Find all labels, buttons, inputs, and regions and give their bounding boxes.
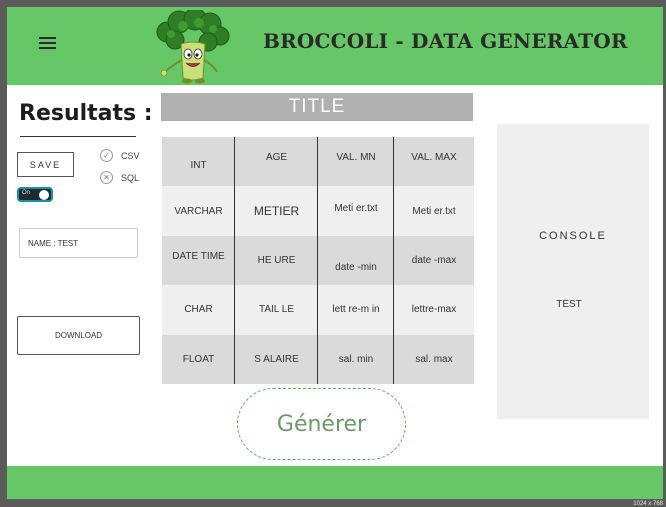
console-title: CONSOLE [539, 230, 607, 242]
format-option-csv[interactable]: ✓ CSV [100, 149, 140, 162]
table-cell[interactable]: date -min [318, 235, 394, 286]
table-title: TITLE [161, 93, 473, 121]
table-cell[interactable]: date -max [394, 235, 474, 286]
header-bar: BROCCOLI - DATA GENERATOR [7, 7, 663, 85]
column-divider [393, 137, 394, 384]
column-divider [234, 137, 235, 384]
table-cell[interactable]: METIER [235, 186, 318, 236]
table-cell[interactable]: Meti er.txt [394, 186, 474, 236]
hamburger-menu-icon[interactable] [39, 37, 56, 49]
check-circle-icon: ✓ [100, 149, 113, 162]
toggle-label: On [22, 190, 31, 196]
toggle-knob [39, 190, 49, 200]
screen-size-label: 1024 x 768 [633, 501, 663, 507]
column-divider [317, 137, 318, 384]
table-cell[interactable]: VARCHAR [162, 186, 235, 236]
table-cell[interactable]: sal. max [394, 334, 474, 384]
console-panel: CONSOLE TEST [497, 124, 649, 419]
app-window: BROCCOLI - DATA GENERATOR Resultats : SA… [7, 7, 663, 499]
app-title: BROCCOLI - DATA GENERATOR [263, 29, 628, 53]
table-cell[interactable]: FLOAT [162, 334, 235, 384]
table-cell[interactable]: AGE [235, 137, 318, 187]
x-circle-icon: ✕ [100, 171, 113, 184]
table-cell[interactable]: DATE TIME [162, 235, 235, 286]
table-cell[interactable]: INT [162, 137, 235, 187]
console-output: TEST [556, 299, 582, 310]
column-config-table: INT AGE VAL. MN VAL. MAX VARCHAR METIER … [162, 137, 474, 384]
table-cell[interactable]: lettre-max [394, 285, 474, 335]
heading-underline [20, 136, 136, 137]
table-cell[interactable]: lett re-m in [318, 285, 394, 335]
on-off-toggle[interactable]: On [17, 187, 53, 202]
table-cell[interactable]: S ALAIRE [235, 334, 318, 384]
format-label-sql: SQL [121, 172, 140, 183]
name-input[interactable] [19, 228, 138, 258]
table-cell[interactable]: VAL. MN [318, 137, 394, 187]
table-cell[interactable]: sal. min [318, 334, 394, 384]
table-cell[interactable]: VAL. MAX [394, 137, 474, 187]
generate-button[interactable]: Générer [237, 388, 406, 460]
footer-bar [7, 466, 663, 499]
table-cell[interactable]: Meti er.txt [318, 186, 394, 236]
download-button[interactable]: DOWNLOAD [17, 316, 140, 355]
format-option-sql[interactable]: ✕ SQL [100, 171, 139, 184]
table-cell[interactable]: TAIL LE [235, 285, 318, 335]
table-cell[interactable]: HE URE [235, 235, 318, 286]
table-cell[interactable]: CHAR [162, 285, 235, 335]
save-button[interactable]: SAVE [17, 152, 74, 177]
format-label-csv: CSV [121, 150, 140, 161]
results-heading: Resultats : [19, 101, 153, 126]
broccoli-logo [156, 10, 230, 84]
